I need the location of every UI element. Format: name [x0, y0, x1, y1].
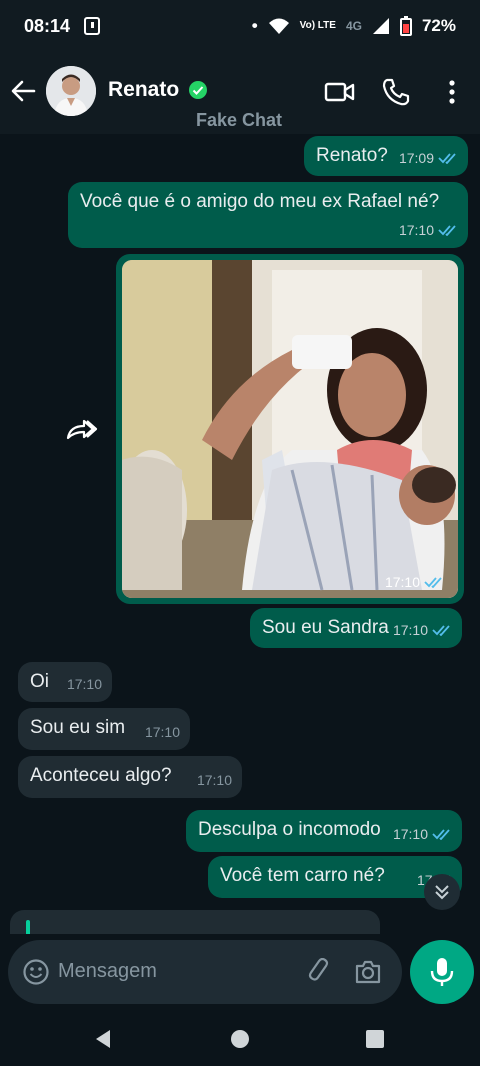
- more-icon[interactable]: [436, 76, 468, 108]
- message-text: Oi: [30, 671, 49, 692]
- header-subtitle: Fake Chat: [196, 110, 283, 130]
- chat-header: Renato Fake Chat: [0, 52, 480, 134]
- read-ticks-icon: [432, 625, 450, 636]
- back-arrow-icon[interactable]: [10, 78, 36, 104]
- system-nav-bar: [0, 1012, 480, 1066]
- message-text: Sou eu sim: [30, 717, 126, 738]
- message-meta: 17:10: [393, 822, 452, 846]
- quote-bar: [26, 920, 30, 934]
- message-meta: 17:10: [197, 768, 232, 792]
- photo[interactable]: [122, 260, 458, 598]
- nav-back-icon[interactable]: [92, 1028, 114, 1050]
- contact-name[interactable]: Renato: [108, 78, 179, 102]
- nav-home-icon[interactable]: [229, 1028, 251, 1050]
- message-time: 17:10: [196, 772, 232, 788]
- message-bubble[interactable]: Renato? 17:09: [304, 136, 468, 176]
- message-time: 17:09: [398, 150, 434, 166]
- message-input[interactable]: Mensagem: [58, 960, 157, 983]
- message-list[interactable]: Renato? 17:09 Você que é o amigo do meu …: [0, 134, 480, 934]
- status-time: 08:14: [24, 15, 71, 36]
- message-time: 17:10: [392, 622, 428, 638]
- read-ticks-icon: [432, 829, 450, 840]
- read-ticks-icon: [424, 577, 442, 588]
- image-message[interactable]: 17:10: [116, 254, 464, 604]
- video-call-icon[interactable]: [324, 76, 356, 108]
- message-time: 17:10: [392, 826, 428, 842]
- status-bar: 08:14 • Vo) LTE 4G 72%: [0, 0, 480, 52]
- message-text: Você que é o amigo do meu ex Rafael né?: [80, 191, 440, 212]
- message-text: Aconteceu algo?: [30, 765, 172, 786]
- network-label: Vo) LTE: [299, 20, 336, 31]
- mic-button[interactable]: [410, 940, 474, 1004]
- message-bubble[interactable]: Desculpa o incomodo 17:10: [186, 810, 462, 852]
- signal-label: 4G: [345, 19, 362, 33]
- nav-recents-icon[interactable]: [364, 1028, 386, 1050]
- message-composer[interactable]: Mensagem: [8, 940, 402, 1004]
- dot-icon: •: [251, 16, 258, 35]
- signal-icon: [372, 18, 389, 34]
- message-meta: 17:10: [385, 574, 444, 590]
- message-bubble[interactable]: Sou eu Sandra 17:10: [250, 608, 462, 648]
- wifi-icon: [268, 18, 289, 34]
- message-bubble[interactable]: Sou eu sim 17:10: [18, 708, 190, 750]
- attach-icon[interactable]: [306, 958, 334, 986]
- battery-icon: [399, 16, 412, 36]
- camera-icon[interactable]: [354, 958, 382, 986]
- mic-icon: [430, 958, 454, 986]
- message-text: Desculpa o incomodo: [198, 819, 381, 840]
- emoji-icon[interactable]: [22, 958, 50, 986]
- message-meta: 17:10: [393, 618, 452, 642]
- message-meta: 17:10: [399, 218, 458, 242]
- message-meta: 17:10: [145, 720, 180, 744]
- notification-icon: [84, 17, 101, 35]
- message-time: 17:10: [384, 574, 420, 590]
- message-bubble[interactable]: Aconteceu algo? 17:10: [18, 756, 242, 798]
- message-time: 17:10: [66, 676, 102, 692]
- avatar[interactable]: [46, 66, 96, 116]
- message-time: 17:10: [398, 222, 434, 238]
- battery-level: 72%: [421, 16, 456, 35]
- message-bubble[interactable]: [10, 910, 380, 934]
- message-time: 17:10: [144, 724, 180, 740]
- message-text: Você tem carro né?: [220, 865, 385, 886]
- message-bubble[interactable]: Oi 17:10: [18, 662, 112, 702]
- message-meta: 17:09: [399, 146, 458, 170]
- verified-badge-icon: [189, 81, 207, 99]
- message-text: Renato?: [316, 145, 388, 166]
- read-ticks-icon: [438, 153, 456, 164]
- message-meta: 17:10: [67, 672, 102, 696]
- message-text: Sou eu Sandra: [262, 617, 389, 638]
- read-ticks-icon: [438, 225, 456, 236]
- scroll-down-button[interactable]: [424, 874, 460, 910]
- scroll-down-icon: [435, 885, 449, 900]
- forward-icon[interactable]: [60, 414, 100, 450]
- phone-icon[interactable]: [380, 76, 412, 108]
- message-bubble[interactable]: Você que é o amigo do meu ex Rafael né? …: [68, 182, 468, 248]
